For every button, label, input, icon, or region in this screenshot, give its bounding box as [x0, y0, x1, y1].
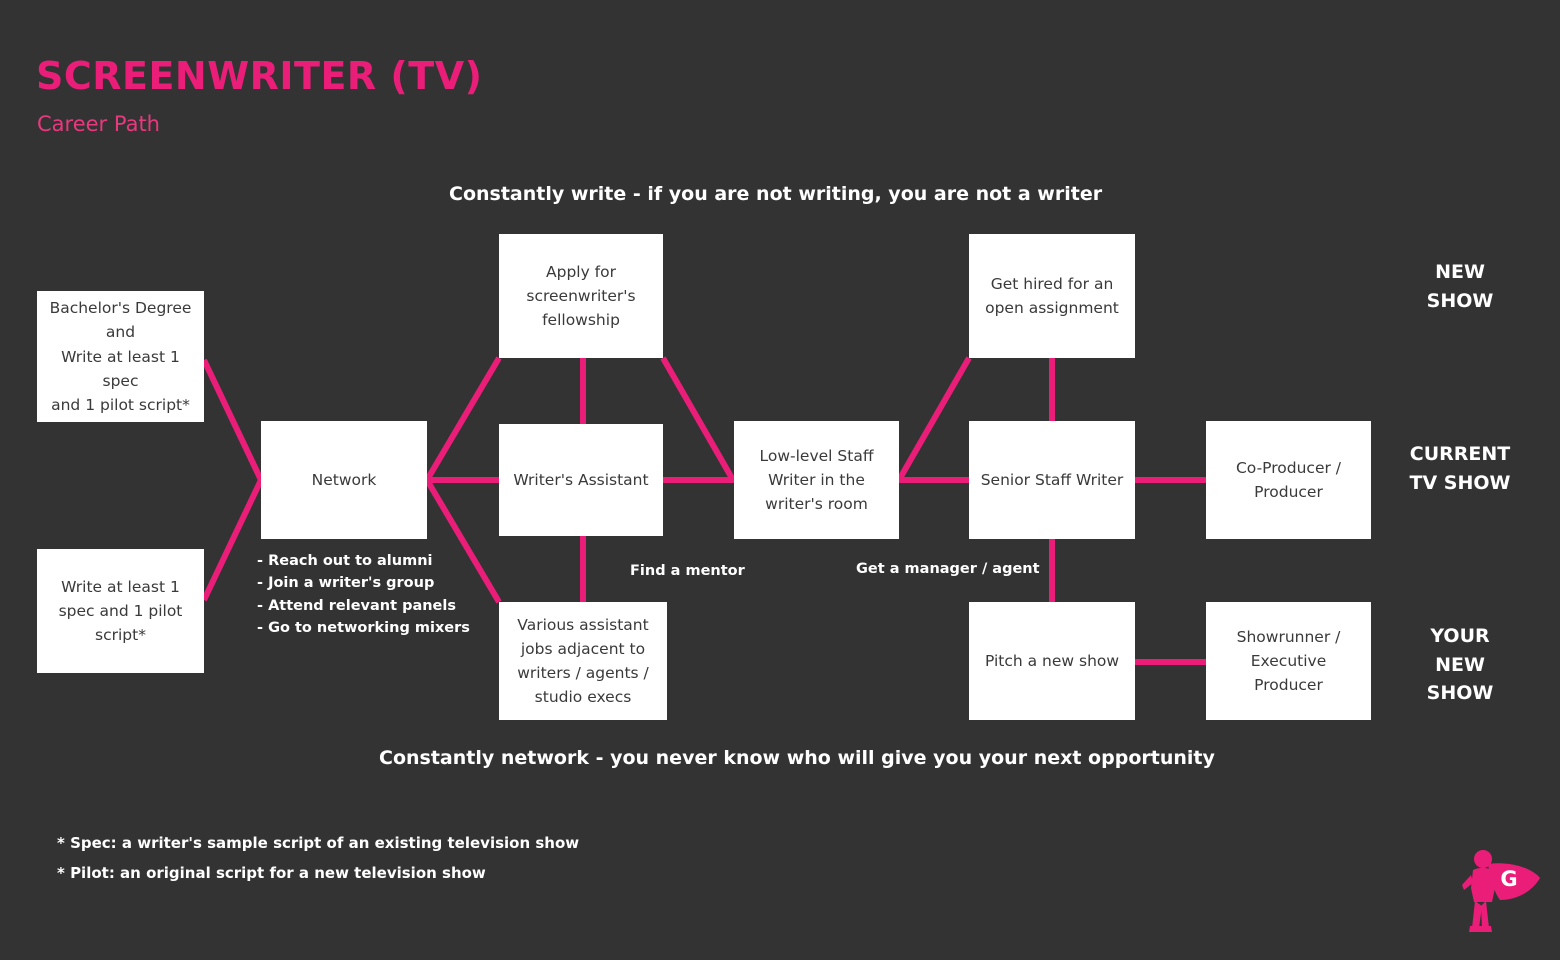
- node-line: fellowship: [542, 311, 620, 329]
- network-tip-item: - Attend relevant panels: [257, 597, 456, 614]
- node-write-spec-and-pilot[interactable]: Write at least 1 spec and 1 pilot script…: [37, 549, 204, 673]
- node-line: Network: [311, 470, 377, 489]
- node-line: Apply for: [546, 262, 616, 281]
- node-get-hired-open-assignment[interactable]: Get hired for an open assignment: [969, 234, 1135, 358]
- stage-label-current-tv-show: CURRENT TV SHOW: [1409, 443, 1511, 494]
- network-tip-item: - Reach out to alumni: [257, 553, 433, 569]
- node-line: and: [105, 323, 136, 342]
- superhero-logo-icon: G: [1462, 850, 1540, 932]
- node-line: Senior Staff Writer: [980, 470, 1124, 489]
- network-tip-item: - Join a writer's group: [257, 575, 435, 592]
- node-network[interactable]: Network: [261, 421, 427, 539]
- node-line: Pitch a new show: [984, 651, 1120, 670]
- node-line: Write at least 1: [61, 577, 180, 596]
- banner-constantly-network: Constantly network - you never know who …: [379, 747, 1215, 769]
- node-line: open assignment: [985, 299, 1119, 317]
- node-line: Producer: [1254, 483, 1323, 501]
- node-showrunner[interactable]: Showrunner / Executive Producer: [1206, 602, 1371, 720]
- edge-fellowship-to-low-level: [660, 356, 736, 482]
- edge-label-find-a-mentor: Find a mentor: [630, 563, 745, 579]
- node-writers-assistant[interactable]: Writer's Assistant: [499, 424, 663, 536]
- node-line: Executive Producer: [1250, 651, 1327, 694]
- node-line: script*: [95, 626, 146, 644]
- node-various-assistant-jobs[interactable]: Various assistant jobs adjacent to write…: [499, 602, 667, 720]
- node-line: Writer's Assistant: [513, 470, 649, 489]
- logo-letter: G: [1500, 867, 1517, 891]
- node-line: Write at least 1 spec: [61, 347, 180, 390]
- page-subtitle: Career Path: [37, 112, 160, 136]
- node-line: jobs adjacent to: [520, 639, 646, 658]
- node-line: and 1 pilot script*: [51, 395, 190, 414]
- node-line: spec and 1 pilot: [58, 601, 183, 620]
- node-line: Bachelor's Degree: [49, 299, 192, 318]
- node-line: writer's room: [765, 495, 868, 513]
- node-line: writers / agents /: [517, 664, 649, 682]
- stage-label-your-new-show: YOUR NEW SHOW: [1426, 625, 1494, 704]
- node-line: Writer in the: [768, 470, 865, 489]
- edge-spec-to-network: [201, 478, 264, 602]
- node-line: Co-Producer /: [1235, 458, 1342, 477]
- node-bachelors-degree[interactable]: Bachelor's Degree and Write at least 1 s…: [37, 291, 204, 422]
- node-low-level-staff-writer[interactable]: Low-level Staff Writer in the writer's r…: [734, 421, 899, 539]
- footnote-pilot: * Pilot: an original script for a new te…: [57, 864, 486, 882]
- page-title: SCREENWRITER (TV): [36, 54, 483, 98]
- network-tips-list: - Reach out to alumni - Join a writer's …: [257, 550, 470, 640]
- edge-bachelors-to-network: [201, 358, 264, 482]
- network-tip-item: - Go to networking mixers: [257, 620, 470, 637]
- footnotes: * Spec: a writer's sample script of an e…: [57, 828, 579, 888]
- node-line: studio execs: [534, 688, 632, 707]
- stage-label-new-show: NEW SHOW: [1426, 261, 1494, 312]
- edge-label-get-a-manager-agent: Get a manager / agent: [856, 561, 1040, 577]
- banner-constantly-write: Constantly write - if you are not writin…: [449, 183, 1103, 205]
- node-line: Get hired for an: [990, 274, 1114, 293]
- node-apply-for-fellowship[interactable]: Apply for screenwriter's fellowship: [499, 234, 663, 358]
- node-senior-staff-writer[interactable]: Senior Staff Writer: [969, 421, 1135, 539]
- node-co-producer[interactable]: Co-Producer / Producer: [1206, 421, 1371, 539]
- footnote-spec: * Spec: a writer's sample script of an e…: [57, 834, 580, 852]
- node-line: screenwriter's: [526, 286, 636, 305]
- node-line: Showrunner /: [1236, 627, 1341, 646]
- node-line: Low-level Staff: [759, 446, 874, 465]
- edge-network-to-fellowship: [424, 356, 502, 482]
- edge-low-level-to-open-assignment: [896, 356, 972, 482]
- node-pitch-a-new-show[interactable]: Pitch a new show: [969, 602, 1135, 720]
- node-line: Various assistant: [517, 615, 649, 634]
- career-path-infographic: SCREENWRITER (TV) Career Path Constantly…: [0, 0, 1560, 960]
